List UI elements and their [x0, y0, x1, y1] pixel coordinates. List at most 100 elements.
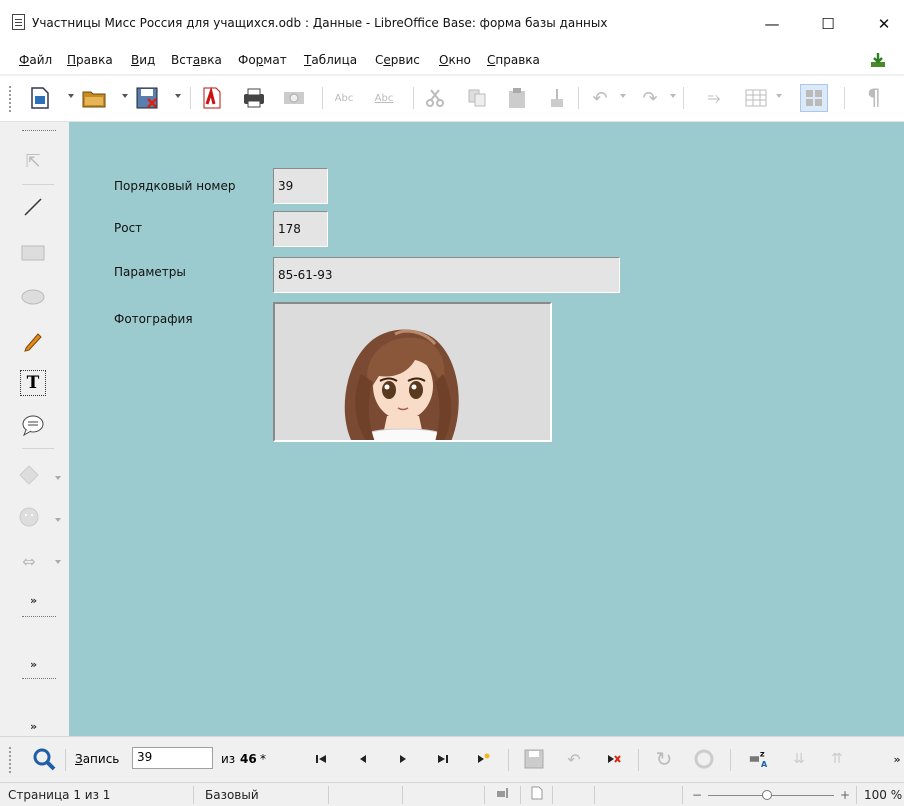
formatting-marks-icon: ¶ [867, 85, 881, 111]
print-preview-icon [280, 84, 308, 112]
menu-file[interactable]: Файл [19, 53, 52, 67]
more-tools-icon-2[interactable]: » [30, 658, 37, 671]
menu-tools[interactable]: Сервис [375, 53, 420, 67]
status-bar: Страница 1 из 1 Базовый − + 100 % [0, 782, 904, 806]
refresh-control-icon [693, 748, 715, 770]
document-icon [12, 14, 25, 30]
standard-toolbar: Abc Abc ↶ ↷ ⥱ ¶ [0, 76, 904, 122]
document-modified-icon [530, 786, 544, 803]
refresh-icon[interactable]: ↻ [653, 747, 675, 771]
menu-window[interactable]: Окно [439, 53, 471, 67]
record-number-input[interactable]: 39 [132, 747, 213, 769]
zoom-out-button[interactable]: − [692, 788, 702, 802]
status-page: Страница 1 из 1 [8, 788, 111, 802]
menu-help[interactable]: Справка [487, 53, 540, 67]
drawing-toolbar: ⇱ T ⇔ » » » [0, 122, 69, 736]
table-icon [742, 84, 770, 112]
contestant-photo [344, 329, 459, 440]
record-total: 46 [240, 752, 257, 766]
label-height: Рост [114, 221, 143, 235]
new-document-icon[interactable] [26, 84, 54, 112]
menu-edit[interactable]: Правка [67, 53, 113, 67]
save-dropdown[interactable] [175, 94, 181, 98]
save-record-icon [523, 748, 545, 770]
sort-icon[interactable]: zA [748, 748, 770, 770]
redo-dropdown [670, 94, 676, 98]
window-title: Участницы Мисс Россия для учащихся.odb :… [32, 16, 608, 30]
clone-formatting-icon [543, 84, 571, 112]
select-icon[interactable]: ⇱ [20, 148, 46, 174]
spelling-icon: Abc [334, 92, 354, 104]
autospell-icon: Abc [374, 92, 394, 104]
new-document-dropdown[interactable] [68, 94, 74, 98]
open-icon[interactable] [80, 84, 108, 112]
delete-record-icon[interactable] [603, 748, 625, 770]
menu-table[interactable]: Таблица [304, 53, 357, 67]
save-icon[interactable] [133, 84, 161, 112]
zoom-in-button[interactable]: + [840, 788, 850, 802]
symbol-shapes-icon[interactable] [16, 504, 42, 530]
next-record-icon[interactable] [392, 748, 414, 770]
paste-icon [503, 84, 531, 112]
basic-shapes-icon[interactable] [16, 462, 42, 488]
svg-text:z: z [760, 748, 765, 758]
record-label: Запись [75, 752, 120, 766]
cut-icon [421, 84, 449, 112]
last-record-icon[interactable] [432, 748, 454, 770]
close-button[interactable]: ✕ [864, 10, 904, 38]
menu-bar: Файл Правка Вид Вставка Формат Таблица С… [0, 48, 904, 74]
more-nav-tools-icon[interactable]: » [886, 748, 904, 770]
block-arrows-icon[interactable]: ⇔ [16, 548, 42, 574]
previous-record-icon[interactable] [352, 748, 374, 770]
text-icon[interactable]: T [20, 370, 46, 396]
undo-record-icon: ↶ [567, 749, 581, 769]
record-total-marker: * [260, 752, 266, 766]
navbar-grip[interactable] [9, 747, 11, 773]
print-icon[interactable] [240, 84, 268, 112]
update-available-icon[interactable] [870, 52, 886, 68]
find-record-icon[interactable] [30, 745, 58, 773]
menu-view[interactable]: Вид [131, 53, 155, 67]
toolbar-grip[interactable] [9, 86, 11, 112]
selection-mode-icon[interactable] [496, 786, 510, 803]
undo-icon: ↶ [592, 87, 608, 109]
label-photo: Фотография [114, 312, 193, 326]
field-height[interactable]: 178 [273, 211, 328, 247]
freeform-line-icon[interactable] [20, 328, 46, 354]
menu-insert[interactable]: Вставка [171, 53, 222, 67]
ellipse-icon[interactable] [20, 284, 46, 310]
new-record-icon[interactable] [472, 748, 494, 770]
rectangle-icon[interactable] [20, 240, 46, 266]
hyperlink-icon: ⥱ [707, 88, 721, 107]
zoom-level[interactable]: 100 % [864, 788, 902, 802]
table-dropdown [776, 94, 782, 98]
open-dropdown[interactable] [122, 94, 128, 98]
menu-format[interactable]: Формат [238, 53, 287, 67]
line-icon[interactable] [20, 194, 46, 220]
export-pdf-icon[interactable] [198, 84, 226, 112]
zoom-slider-handle[interactable] [762, 790, 772, 800]
record-of-label: из [221, 752, 236, 766]
copy-icon [463, 84, 491, 112]
more-tools-icon-3[interactable]: » [30, 720, 37, 733]
callout-icon[interactable] [20, 412, 46, 438]
form-navigation-bar: Запись 39 из 46 * ↶ ↻ zA ⇊ ⇈ » [0, 736, 904, 782]
minimize-button[interactable]: — [752, 10, 792, 38]
label-order-number: Порядковый номер [114, 179, 236, 193]
redo-icon: ↷ [642, 87, 658, 109]
svg-text:A: A [761, 759, 768, 769]
sort-ascending-icon: ⇈ [831, 751, 843, 767]
more-tools-icon[interactable]: » [30, 594, 37, 607]
photo-image-control[interactable] [273, 302, 552, 442]
first-record-icon[interactable] [310, 748, 332, 770]
form-canvas: Порядковый номер 39 Рост 178 Параметры 8… [69, 122, 904, 736]
undo-dropdown [620, 94, 626, 98]
field-order-number[interactable]: 39 [273, 168, 328, 204]
maximize-button[interactable]: ☐ [808, 10, 848, 38]
title-bar: Участницы Мисс Россия для учащихся.odb :… [0, 0, 904, 48]
sort-descending-icon: ⇊ [793, 751, 805, 767]
label-parameters: Параметры [114, 265, 186, 279]
status-page-style: Базовый [205, 788, 259, 802]
field-parameters[interactable]: 85-61-93 [273, 257, 620, 293]
form-design-mode-icon[interactable] [800, 84, 828, 112]
